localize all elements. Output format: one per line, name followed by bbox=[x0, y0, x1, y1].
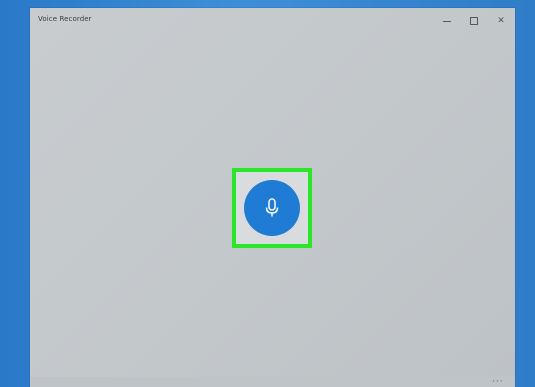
title-bar[interactable]: Voice Recorder ✕ bbox=[30, 8, 515, 34]
microphone-icon bbox=[265, 198, 279, 217]
close-button[interactable]: ✕ bbox=[489, 14, 513, 28]
maximize-button[interactable] bbox=[462, 14, 486, 28]
minimize-icon bbox=[443, 20, 451, 22]
more-options-icon[interactable]: ··· bbox=[492, 377, 504, 387]
app-title: Voice Recorder bbox=[38, 15, 92, 23]
desktop-background: Voice Recorder ✕ ··· bbox=[0, 0, 535, 387]
bottom-bar: ··· bbox=[30, 377, 515, 387]
minimize-button[interactable] bbox=[435, 14, 459, 28]
record-button[interactable] bbox=[244, 180, 300, 236]
maximize-icon bbox=[470, 17, 478, 25]
close-icon: ✕ bbox=[497, 15, 505, 26]
voice-recorder-window: Voice Recorder ✕ ··· bbox=[30, 8, 515, 387]
